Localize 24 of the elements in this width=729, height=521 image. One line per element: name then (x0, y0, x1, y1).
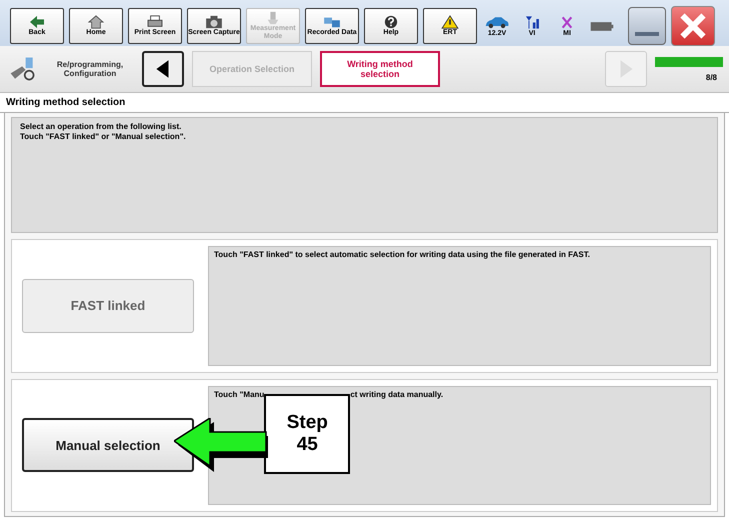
pointing-arrow-icon (174, 418, 270, 474)
printer-icon (146, 15, 164, 29)
step-callout: Step 45 (264, 394, 350, 474)
close-button[interactable] (671, 6, 715, 46)
description-text: Touch "Manu (214, 390, 264, 400)
instruction-text: Select an operation from the following list. (20, 122, 182, 132)
minimize-icon (635, 32, 659, 36)
option-button[interactable]: Manual selection (22, 418, 194, 472)
breadcrumb-step[interactable]: Writing method selection (320, 51, 440, 87)
left-arrow-icon (28, 15, 46, 29)
section-label: Re/programming, Configuration (56, 60, 124, 78)
back-step-button[interactable] (142, 51, 184, 87)
description-text: ct writing data manually. (350, 390, 444, 400)
instruction-text: Touch "FAST linked" or "Manual selection". (20, 132, 187, 142)
close-icon (678, 11, 708, 41)
progress-count: 8/8 (706, 72, 717, 82)
house-icon (87, 15, 105, 29)
description-text: Touch "FAST linked" to select automatic selection for writing data using the file generated in FAST. (214, 250, 591, 260)
help-icon (382, 15, 400, 29)
minimize-button[interactable] (628, 7, 666, 45)
warning-icon (441, 15, 459, 29)
folders-icon (323, 15, 341, 29)
camera-icon (205, 15, 223, 29)
car-icon (484, 15, 510, 30)
